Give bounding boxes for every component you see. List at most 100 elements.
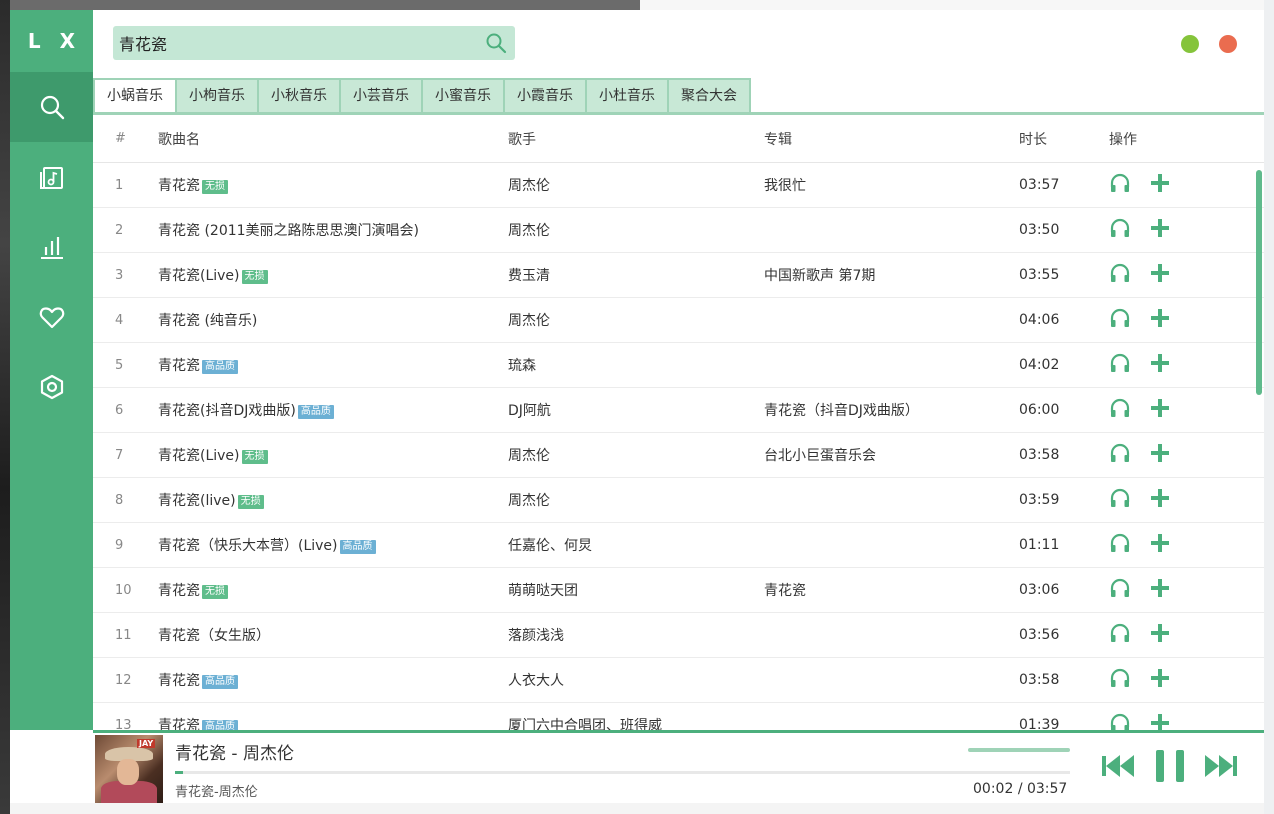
song-name-cell: 青花瓷(抖音DJ戏曲版) 高品质 <box>158 400 508 420</box>
tab-source[interactable]: 小枸音乐 <box>175 80 257 113</box>
add-button[interactable] <box>1149 487 1171 513</box>
player-title: 青花瓷 - 周杰伦 <box>175 744 294 764</box>
progress-fill <box>175 771 184 774</box>
quality-badge: 无损 <box>202 585 228 599</box>
listen-button[interactable] <box>1109 667 1131 693</box>
listen-button[interactable] <box>1109 487 1131 513</box>
listen-button[interactable] <box>1109 532 1131 558</box>
sidebar: L X <box>10 10 93 730</box>
tab-source[interactable]: 小蜜音乐 <box>421 80 503 113</box>
row-number: 2 <box>115 222 124 238</box>
listen-button[interactable] <box>1109 217 1131 243</box>
table-row[interactable]: 4 青花瓷 (纯音乐) 周杰伦 04:06 <box>93 298 1264 343</box>
tab-source[interactable]: 小秋音乐 <box>257 80 339 113</box>
add-button[interactable] <box>1149 577 1171 603</box>
add-button[interactable] <box>1149 262 1171 288</box>
table-row[interactable]: 8 青花瓷(live) 无损 周杰伦 03:59 <box>93 478 1264 523</box>
listen-button[interactable] <box>1109 352 1131 378</box>
song-name: 青花瓷（快乐大本营）(Live) <box>158 538 338 554</box>
add-button[interactable] <box>1149 307 1171 333</box>
volume-slider[interactable] <box>968 748 1070 752</box>
quality-badge: 高品质 <box>297 405 334 419</box>
sidebar-item-favorites[interactable] <box>10 282 93 352</box>
quality-badge: 无损 <box>202 180 228 194</box>
plus-icon <box>1151 219 1169 237</box>
actions-cell <box>1106 397 1219 423</box>
song-name-cell: 青花瓷（快乐大本营）(Live) 高品质 <box>158 535 508 555</box>
song-name: 青花瓷 <box>158 358 200 374</box>
header-singer: 歌手 <box>508 131 536 148</box>
add-button[interactable] <box>1149 532 1171 558</box>
actions-cell <box>1106 442 1219 468</box>
close-button[interactable] <box>1219 35 1237 53</box>
previous-button[interactable] <box>1100 751 1136 781</box>
progress-bar[interactable] <box>175 771 1070 774</box>
listen-button[interactable] <box>1109 397 1131 423</box>
tab-source[interactable]: 聚合大会 <box>667 80 749 113</box>
pause-button[interactable] <box>1153 748 1187 784</box>
actions-cell <box>1106 667 1219 693</box>
album-cell: 青花瓷（抖音DJ戏曲版） <box>764 403 919 419</box>
actions-cell <box>1106 712 1219 730</box>
plus-icon <box>1151 534 1169 552</box>
table-row[interactable]: 10 青花瓷 无损 萌萌哒天团 青花瓷 03:06 <box>93 568 1264 613</box>
tab-source[interactable]: 小霞音乐 <box>503 80 585 113</box>
actions-cell <box>1106 217 1219 243</box>
album-cover[interactable]: JAY <box>95 735 163 803</box>
listen-button[interactable] <box>1109 577 1131 603</box>
headphones-icon <box>1110 488 1130 507</box>
add-button[interactable] <box>1149 397 1171 423</box>
next-button[interactable] <box>1203 751 1239 781</box>
add-button[interactable] <box>1149 442 1171 468</box>
table-row[interactable]: 7 青花瓷(Live) 无损 周杰伦 台北小巨蛋音乐会 03:58 <box>93 433 1264 478</box>
search-icon[interactable] <box>485 32 507 54</box>
sidebar-item-charts[interactable] <box>10 212 93 282</box>
listen-button[interactable] <box>1109 307 1131 333</box>
add-button[interactable] <box>1149 712 1171 730</box>
song-name: 青花瓷 (2011美丽之路陈思思澳门演唱会) <box>158 223 420 239</box>
search-icon <box>40 95 64 120</box>
current-time: 00:02 <box>973 781 1014 797</box>
singer-cell: 任嘉伦、何炅 <box>508 538 592 554</box>
table-row[interactable]: 3 青花瓷(Live) 无损 费玉清 中国新歌声 第7期 03:55 <box>93 253 1264 298</box>
table-row[interactable]: 12 青花瓷 高品质 人衣大人 03:58 <box>93 658 1264 703</box>
table-row[interactable]: 2 青花瓷 (2011美丽之路陈思思澳门演唱会) 周杰伦 03:50 <box>93 208 1264 253</box>
duration-cell: 04:02 <box>1019 357 1060 373</box>
tab-source[interactable]: 小芸音乐 <box>339 80 421 113</box>
listen-button[interactable] <box>1109 442 1131 468</box>
sidebar-item-search[interactable] <box>10 72 93 142</box>
table-row[interactable]: 5 青花瓷 高品质 琉森 04:02 <box>93 343 1264 388</box>
add-button[interactable] <box>1149 172 1171 198</box>
tab-source[interactable]: 小杜音乐 <box>585 80 667 113</box>
sidebar-item-settings[interactable] <box>10 352 93 422</box>
search-input[interactable] <box>113 26 479 60</box>
listen-button[interactable] <box>1109 712 1131 730</box>
app-window: L X 小蜗音乐小枸音乐小秋音乐小芸音乐小蜜音乐小霞音乐小杜音乐聚合大会 # 歌… <box>10 10 1264 803</box>
minimize-button[interactable] <box>1181 35 1199 53</box>
search-box <box>113 26 515 60</box>
sidebar-item-library[interactable] <box>10 142 93 212</box>
row-number: 4 <box>115 312 124 328</box>
scrollbar[interactable] <box>1256 170 1262 395</box>
listen-button[interactable] <box>1109 262 1131 288</box>
listen-button[interactable] <box>1109 172 1131 198</box>
plus-icon <box>1151 489 1169 507</box>
settings-icon <box>40 374 63 400</box>
add-button[interactable] <box>1149 622 1171 648</box>
album-cell: 我很忙 <box>764 178 806 194</box>
row-number: 11 <box>115 627 132 643</box>
add-button[interactable] <box>1149 217 1171 243</box>
add-button[interactable] <box>1149 667 1171 693</box>
table-row[interactable]: 1 青花瓷 无损 周杰伦 我很忙 03:57 <box>93 163 1264 208</box>
table-row[interactable]: 6 青花瓷(抖音DJ戏曲版) 高品质 DJ阿航 青花瓷（抖音DJ戏曲版） 06:00 <box>93 388 1264 433</box>
table-row[interactable]: 11 青花瓷（女生版） 落颜浅浅 03:56 <box>93 613 1264 658</box>
listen-button[interactable] <box>1109 622 1131 648</box>
tab-source[interactable]: 小蜗音乐 <box>95 80 175 115</box>
player-lyric: 青花瓷-周杰伦 <box>175 785 258 800</box>
plus-icon <box>1151 714 1169 730</box>
headphones-icon <box>1110 443 1130 462</box>
add-button[interactable] <box>1149 352 1171 378</box>
duration-cell: 03:56 <box>1019 627 1060 643</box>
table-row[interactable]: 13 青花瓷 高品质 厦门六中合唱团、班得威 01:39 <box>93 703 1264 730</box>
table-row[interactable]: 9 青花瓷（快乐大本营）(Live) 高品质 任嘉伦、何炅 01:11 <box>93 523 1264 568</box>
